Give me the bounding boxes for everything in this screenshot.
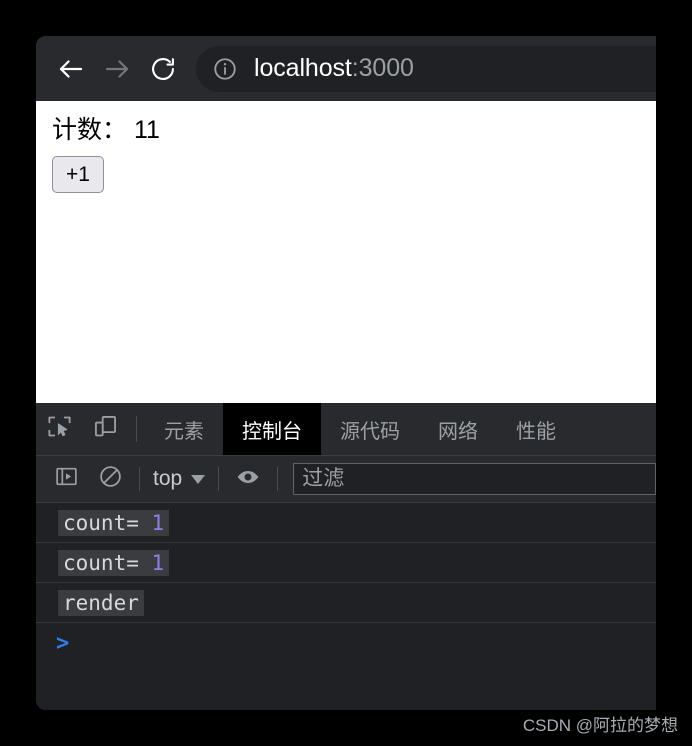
console-message-text: count=: [63, 550, 152, 575]
back-button[interactable]: [48, 46, 94, 92]
devtools-panel: 元素 控制台 源代码 网络 性能 top 过滤 count= 1 count= …: [36, 403, 656, 710]
tab-sources[interactable]: 源代码: [321, 403, 419, 455]
console-message: count= 1: [58, 549, 170, 576]
console-row[interactable]: count= 1: [36, 503, 656, 543]
console-sidebar-icon: [54, 464, 79, 494]
console-context-selector[interactable]: top: [147, 467, 211, 491]
devtools-tabbar: 元素 控制台 源代码 网络 性能: [36, 403, 656, 456]
arrow-right-icon: [102, 54, 132, 84]
prompt-chevron-icon: >: [56, 630, 70, 656]
console-prompt-row[interactable]: >: [36, 623, 656, 663]
console-sidebar-button[interactable]: [44, 457, 88, 501]
device-toolbar-button[interactable]: [82, 403, 128, 455]
url-port: :3000: [351, 54, 414, 82]
increment-button[interactable]: +1: [52, 156, 104, 194]
console-toolbar-divider-1: [139, 467, 140, 491]
reload-button[interactable]: [140, 46, 186, 92]
watermark: CSDN @阿拉的梦想: [522, 716, 678, 735]
tabbar-divider: [136, 416, 137, 442]
browser-window: localhost:3000 计数： 11 +1 元素 控制台 源代码 网络 性…: [36, 36, 656, 710]
console-message: render: [58, 589, 144, 616]
console-messages-list: count= 1 count= 1 render >: [36, 503, 656, 710]
console-row[interactable]: render: [36, 583, 656, 623]
url-text: localhost:3000: [254, 54, 414, 83]
device-toolbar-icon: [92, 413, 119, 445]
url-host: localhost: [254, 54, 352, 82]
tab-performance[interactable]: 性能: [497, 403, 575, 455]
console-message-number: 1: [151, 550, 165, 575]
chevron-down-icon: [191, 474, 206, 484]
arrow-left-icon: [56, 54, 86, 84]
page-viewport: 计数： 11 +1: [36, 101, 656, 403]
console-toolbar: top: [36, 456, 656, 503]
forward-button[interactable]: [94, 46, 140, 92]
live-expression-button[interactable]: [226, 457, 270, 501]
tab-network[interactable]: 网络: [419, 403, 497, 455]
browser-toolbar: localhost:3000: [36, 36, 656, 101]
clear-console-icon: [98, 464, 123, 494]
console-context-label: top: [153, 467, 183, 490]
tab-elements[interactable]: 元素: [145, 403, 223, 455]
console-message-text: count=: [63, 510, 152, 535]
console-toolbar-divider-2: [218, 467, 220, 491]
reload-icon: [149, 55, 177, 83]
console-message-number: 1: [151, 510, 165, 535]
address-bar[interactable]: localhost:3000: [196, 45, 656, 92]
inspect-element-icon: [46, 413, 73, 445]
tab-console[interactable]: 控制台: [223, 403, 321, 455]
console-row[interactable]: count= 1: [36, 543, 656, 583]
console-message-text: render: [63, 590, 139, 615]
live-expression-eye-icon: [235, 464, 261, 495]
console-message: count= 1: [58, 509, 170, 536]
clear-console-button[interactable]: [88, 457, 132, 501]
inspect-element-button[interactable]: [36, 403, 82, 455]
console-toolbar-divider-3: [277, 467, 279, 491]
counter-label: 计数： 11: [52, 116, 160, 144]
info-circle-icon[interactable]: [212, 56, 238, 82]
console-filter-input[interactable]: [293, 463, 656, 495]
